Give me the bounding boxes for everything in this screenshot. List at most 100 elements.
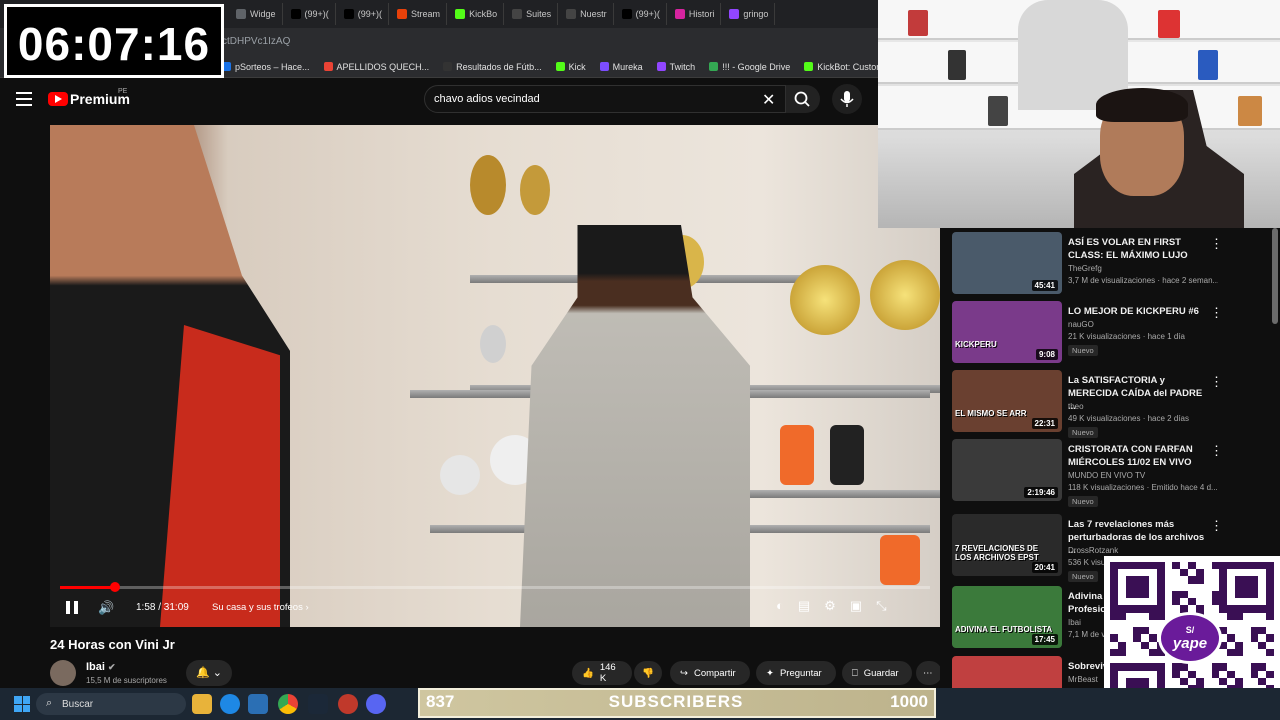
miniplayer-icon[interactable]: ▣	[850, 598, 862, 614]
bookmark-favicon-icon	[599, 62, 609, 71]
share-button[interactable]: ↪ Compartir	[670, 661, 750, 685]
microphone-icon	[840, 91, 854, 107]
recommendation-channel[interactable]: Ibai	[1068, 618, 1081, 627]
bookmark-icon: ⎕	[852, 667, 858, 679]
youtube-logo-icon[interactable]	[48, 92, 68, 106]
taskbar-search-input[interactable]	[36, 693, 186, 715]
voice-search-button[interactable]	[832, 84, 862, 114]
recommendation-title[interactable]: CRISTORATA CON FARFAN MIÉRCOLES 11/02 EN…	[1068, 443, 1208, 469]
browser-tab[interactable]: Stream	[391, 3, 448, 25]
video-player[interactable]	[50, 125, 940, 627]
fullscreen-icon[interactable]: ⤡	[876, 598, 886, 614]
clear-search-icon[interactable]: ✕	[762, 90, 775, 110]
save-button[interactable]: ⎕ Guardar	[842, 661, 912, 685]
dislike-button[interactable]: 👎	[634, 661, 662, 685]
browser-tab[interactable]: Widge	[230, 3, 283, 25]
bookmark-item[interactable]: !!! - Google Drive	[709, 62, 790, 72]
bookmark-item[interactable]: Resultados de Fútb...	[443, 62, 542, 72]
recommendation-title[interactable]: LO MEJOR DE KICKPERU #6	[1068, 305, 1208, 318]
recommendation-thumbnail[interactable]: 2:19:46	[952, 439, 1062, 501]
volume-icon[interactable]: 🔊	[98, 600, 114, 616]
hamburger-menu-icon[interactable]	[16, 92, 32, 106]
bookmark-item[interactable]: Mureka	[599, 62, 643, 72]
recommendation-meta: 49 K visualizaciones · hace 2 días	[1068, 414, 1189, 423]
progress-scrubber[interactable]	[109, 582, 120, 592]
browser-tab[interactable]: (99+)(	[338, 3, 390, 25]
chapter-label: Su casa y sus trofeos	[212, 602, 303, 613]
pause-button[interactable]	[66, 601, 78, 614]
settings-icon[interactable]: ⚙	[824, 598, 836, 614]
channel-name[interactable]: Ibai ✔	[86, 661, 116, 673]
tab-favicon-icon	[512, 9, 523, 19]
subtitles-icon[interactable]: ▤	[798, 598, 810, 614]
recommendation-channel[interactable]: MUNDO EN VIVO TV	[1068, 471, 1145, 480]
recommendation-channel[interactable]: TheGrefg	[1068, 264, 1102, 273]
recommendation-channel[interactable]: DrossRotzank	[1068, 546, 1118, 555]
recommendations-scrollbar[interactable]	[1272, 228, 1278, 324]
edge-browser-icon[interactable]	[220, 694, 240, 714]
file-explorer-icon[interactable]	[192, 694, 212, 714]
recommendation-title[interactable]: La SATISFACTORIA y MERECIDA CAÍDA del PA…	[1068, 374, 1208, 413]
more-vert-icon[interactable]: ⋮	[1210, 518, 1223, 534]
windows-start-icon[interactable]	[14, 696, 30, 712]
thumbs-up-icon: 👍	[582, 667, 594, 679]
chapter-title[interactable]: Su casa y sus trofeos ›	[212, 602, 309, 613]
new-badge: Nuevo	[1068, 496, 1098, 507]
save-label: Guardar	[863, 667, 899, 679]
browser-tab[interactable]: Nuestr	[560, 3, 614, 25]
recommendation-thumbnail[interactable]: 7 REVELACIONES DE LOS ARCHIVOS EPST 20:41	[952, 514, 1062, 576]
more-vert-icon[interactable]: ⋮	[1210, 443, 1223, 459]
ask-label: Preguntar	[779, 667, 822, 679]
bookmark-item[interactable]: Kick	[555, 62, 586, 72]
more-vert-icon[interactable]: ⋮	[1210, 236, 1223, 252]
more-actions-button[interactable]: ⋯	[916, 661, 942, 685]
browser-tab[interactable]: (99+)(	[616, 3, 667, 25]
browser-tab[interactable]: gringo	[723, 3, 776, 25]
recommendation-item[interactable]: 2:19:46 CRISTORATA CON FARFAN MIÉRCOLES 1…	[950, 439, 1270, 507]
bookmark-item[interactable]: APELLIDOS QUECH...	[323, 62, 429, 72]
recommendation-item[interactable]: KICKPERU 9:08 LO MEJOR DE KICKPERU #6 ⋮ nauG…	[950, 301, 1270, 363]
browser-tab[interactable]: (99+)(	[285, 3, 336, 25]
like-button[interactable]: 👍 146 K	[572, 661, 632, 685]
discord-icon[interactable]	[366, 694, 386, 714]
recommendation-channel[interactable]: theo	[1068, 402, 1084, 411]
bookmark-label: Twitch	[669, 61, 696, 72]
more-vert-icon[interactable]: ⋮	[1210, 374, 1223, 390]
search-button[interactable]	[786, 85, 820, 113]
bookmark-item[interactable]: Twitch	[656, 61, 696, 72]
thumbnail-caption: 7 REVELACIONES DE LOS ARCHIVOS EPST	[955, 544, 1039, 562]
ask-button[interactable]: ✦ Preguntar	[756, 661, 836, 685]
steam-icon[interactable]	[308, 694, 328, 714]
subscriber-count: 15,5 M de suscriptores	[86, 676, 167, 685]
recommendation-channel[interactable]: nauGO	[1068, 320, 1094, 329]
bookmark-favicon-icon	[656, 62, 666, 71]
more-vert-icon[interactable]: ⋮	[1210, 305, 1223, 321]
channel-avatar[interactable]	[50, 660, 76, 686]
autoplay-toggle[interactable]: ◐	[776, 598, 784, 614]
notification-bell-button[interactable]: 🔔 ⌄	[186, 660, 232, 686]
recommendation-channel[interactable]: MrBeast	[1068, 675, 1098, 684]
browser-tab[interactable]: Histori	[669, 3, 722, 25]
recommendation-item[interactable]: 45:41 ASÍ ES VOLAR EN FIRST CLASS: EL MÁX…	[950, 232, 1270, 294]
new-badge: Nuevo	[1068, 345, 1098, 356]
store-icon[interactable]	[248, 694, 268, 714]
recommendation-thumbnail[interactable]: KICKPERU 9:08	[952, 301, 1062, 363]
browser-tab[interactable]: Suites	[506, 3, 559, 25]
chrome-icon[interactable]	[278, 694, 298, 714]
thumbnail-caption: EL MISMO SE ARR	[955, 409, 1027, 418]
url-text[interactable]: ctDHPVc1IzAQ	[222, 36, 290, 47]
share-label: Compartir	[693, 667, 736, 679]
video-duration: 22:31	[1031, 418, 1058, 429]
more-icon: ⋯	[923, 667, 933, 679]
recommendation-title[interactable]: ASÍ ES VOLAR EN FIRST CLASS: EL MÁXIMO L…	[1068, 236, 1208, 262]
recommendation-thumbnail[interactable]: EL MISMO SE ARR 22:31	[952, 370, 1062, 432]
search-query[interactable]: chavo adios vecindad	[434, 93, 540, 105]
bookmark-item[interactable]: pSorteos – Hace...	[222, 62, 310, 72]
taskbar-search-placeholder[interactable]: Buscar	[62, 699, 93, 710]
browser-tab[interactable]: KickBo	[449, 3, 505, 25]
progress-track[interactable]	[60, 586, 930, 589]
recommendation-item[interactable]: EL MISMO SE ARR 22:31 La SATISFACTORIA y M…	[950, 370, 1270, 438]
recommendation-thumbnail[interactable]: ADIVINA EL FUTBOLISTA 17:45	[952, 586, 1062, 648]
recommendation-thumbnail[interactable]: 45:41	[952, 232, 1062, 294]
obs-icon[interactable]	[338, 694, 358, 714]
